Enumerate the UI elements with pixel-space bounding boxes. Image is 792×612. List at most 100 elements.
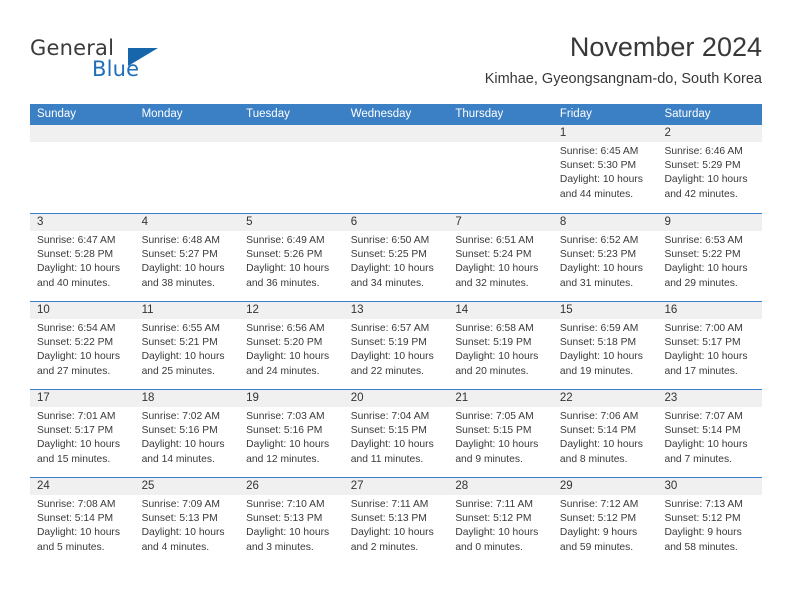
day-cell[interactable]: 21 Sunrise: 7:05 AM Sunset: 5:15 PM Dayligh… <box>448 390 553 477</box>
day-cell[interactable]: 25 Sunrise: 7:09 AM Sunset: 5:13 PM Dayligh… <box>134 478 240 565</box>
day-number: 15 <box>552 302 658 319</box>
sunset-text: Sunset: 5:17 PM <box>664 337 741 349</box>
day-cell[interactable]: 27 Sunrise: 7:11 AM Sunset: 5:13 PM Dayligh… <box>343 478 449 565</box>
daylight-text: Daylight: 10 hours and 34 minutes. <box>350 263 434 289</box>
day-cell[interactable]: 12 Sunrise: 6:56 AM Sunset: 5:20 PM Dayligh… <box>239 302 344 389</box>
sunrise-text: Sunrise: 6:51 AM <box>455 235 534 246</box>
calendar-week-row: 24 Sunrise: 7:08 AM Sunset: 5:14 PM Dayligh… <box>30 477 763 565</box>
day-details: Sunrise: 6:46 AM Sunset: 5:29 PM Daylight:… <box>657 142 762 202</box>
sunset-text: Sunset: 5:13 PM <box>246 513 323 525</box>
day-cell[interactable]: 13 Sunrise: 6:57 AM Sunset: 5:19 PM Dayligh… <box>343 302 449 389</box>
day-number: 4 <box>134 214 240 231</box>
sunrise-text: Sunrise: 6:57 AM <box>350 323 430 334</box>
sunrise-text: Sunrise: 7:12 AM <box>559 499 639 510</box>
day-cell[interactable]: 10 Sunrise: 6:54 AM Sunset: 5:22 PM Dayligh… <box>30 302 135 389</box>
day-cell[interactable]: 7 Sunrise: 6:51 AM Sunset: 5:24 PM Daylight… <box>448 214 553 301</box>
day-details: Sunrise: 7:04 AM Sunset: 5:15 PM Daylight:… <box>344 407 449 467</box>
calendar-grid: Sunday Monday Tuesday Wednesday Thursday… <box>30 104 763 565</box>
sunset-text: Sunset: 5:16 PM <box>246 425 323 437</box>
sunrise-text: Sunrise: 6:48 AM <box>141 235 220 246</box>
day-details: Sunrise: 7:11 AM Sunset: 5:12 PM Daylight:… <box>448 495 553 555</box>
day-cell[interactable]: 20 Sunrise: 7:04 AM Sunset: 5:15 PM Dayligh… <box>343 390 449 477</box>
day-number: 6 <box>343 214 449 231</box>
daylight-text: Daylight: 10 hours and 17 minutes. <box>664 351 748 377</box>
daylight-text: Daylight: 10 hours and 7 minutes. <box>664 439 748 465</box>
day-cell[interactable]: 6 Sunrise: 6:50 AM Sunset: 5:25 PM Daylight… <box>343 214 449 301</box>
day-cell[interactable]: 3 Sunrise: 6:47 AM Sunset: 5:28 PM Daylight… <box>30 214 135 301</box>
sunset-text: Sunset: 5:19 PM <box>455 337 532 349</box>
day-cell[interactable]: 9 Sunrise: 6:53 AM Sunset: 5:22 PM Daylight… <box>657 214 763 301</box>
day-cell-empty <box>134 125 240 213</box>
day-cell[interactable]: 29 Sunrise: 7:12 AM Sunset: 5:12 PM Dayligh… <box>552 478 658 565</box>
day-details: Sunrise: 7:09 AM Sunset: 5:13 PM Daylight:… <box>135 495 240 555</box>
day-number <box>239 125 344 142</box>
day-details: Sunrise: 7:13 AM Sunset: 5:12 PM Daylight:… <box>657 495 762 555</box>
day-number: 26 <box>239 478 344 495</box>
day-cell[interactable]: 2 Sunrise: 6:46 AM Sunset: 5:29 PM Daylight… <box>657 125 763 213</box>
day-number: 3 <box>30 214 135 231</box>
day-details: Sunrise: 6:49 AM Sunset: 5:26 PM Daylight:… <box>239 231 344 291</box>
day-cell[interactable]: 28 Sunrise: 7:11 AM Sunset: 5:12 PM Dayligh… <box>448 478 553 565</box>
daylight-text: Daylight: 10 hours and 36 minutes. <box>246 263 330 289</box>
day-details: Sunrise: 7:02 AM Sunset: 5:16 PM Daylight:… <box>135 407 240 467</box>
day-cell[interactable]: 19 Sunrise: 7:03 AM Sunset: 5:16 PM Dayligh… <box>239 390 344 477</box>
day-number: 9 <box>657 214 763 231</box>
day-cell[interactable]: 22 Sunrise: 7:06 AM Sunset: 5:14 PM Dayligh… <box>552 390 658 477</box>
day-cell[interactable]: 14 Sunrise: 6:58 AM Sunset: 5:19 PM Dayligh… <box>448 302 553 389</box>
weekday-header-sunday: Sunday <box>37 108 77 120</box>
day-number: 29 <box>552 478 658 495</box>
daylight-text: Daylight: 9 hours and 58 minutes. <box>664 527 742 553</box>
sunrise-text: Sunrise: 7:09 AM <box>141 499 220 510</box>
day-cell[interactable]: 1 Sunrise: 6:45 AM Sunset: 5:30 PM Daylight… <box>552 125 658 213</box>
day-number: 14 <box>448 302 553 319</box>
day-cell[interactable]: 23 Sunrise: 7:07 AM Sunset: 5:14 PM Dayligh… <box>657 390 763 477</box>
daylight-text: Daylight: 10 hours and 29 minutes. <box>664 263 748 289</box>
page-title: November 2024 <box>569 32 762 62</box>
sunrise-text: Sunrise: 6:45 AM <box>559 146 639 157</box>
day-details: Sunrise: 6:47 AM Sunset: 5:28 PM Daylight:… <box>30 231 135 291</box>
sunrise-text: Sunrise: 7:03 AM <box>246 411 325 422</box>
daylight-text: Daylight: 10 hours and 12 minutes. <box>246 439 330 465</box>
day-cell[interactable]: 5 Sunrise: 6:49 AM Sunset: 5:26 PM Daylight… <box>239 214 344 301</box>
daylight-text: Daylight: 10 hours and 9 minutes. <box>455 439 539 465</box>
day-cell[interactable]: 11 Sunrise: 6:55 AM Sunset: 5:21 PM Dayligh… <box>134 302 240 389</box>
calendar-week-row: 17 Sunrise: 7:01 AM Sunset: 5:17 PM Dayligh… <box>30 389 763 477</box>
weekday-header-friday: Friday <box>559 108 592 120</box>
weekday-header-thursday: Thursday <box>455 108 504 120</box>
sunset-text: Sunset: 5:21 PM <box>141 337 218 349</box>
day-cell[interactable]: 4 Sunrise: 6:48 AM Sunset: 5:27 PM Daylight… <box>134 214 240 301</box>
sunset-text: Sunset: 5:13 PM <box>350 513 427 525</box>
general-blue-logo[interactable]: General Blue <box>30 36 230 86</box>
sunrise-text: Sunrise: 7:02 AM <box>141 411 220 422</box>
sunrise-text: Sunrise: 6:54 AM <box>37 323 116 334</box>
day-number: 10 <box>30 302 135 319</box>
day-number: 13 <box>343 302 449 319</box>
daylight-text: Daylight: 10 hours and 14 minutes. <box>141 439 225 465</box>
sunset-text: Sunset: 5:15 PM <box>455 425 532 437</box>
daylight-text: Daylight: 10 hours and 32 minutes. <box>455 263 539 289</box>
day-number: 23 <box>657 390 763 407</box>
day-cell[interactable]: 17 Sunrise: 7:01 AM Sunset: 5:17 PM Dayligh… <box>30 390 135 477</box>
day-details: Sunrise: 6:58 AM Sunset: 5:19 PM Daylight:… <box>448 319 553 379</box>
daylight-text: Daylight: 9 hours and 59 minutes. <box>559 527 638 553</box>
day-cell[interactable]: 8 Sunrise: 6:52 AM Sunset: 5:23 PM Daylight… <box>552 214 658 301</box>
sunset-text: Sunset: 5:15 PM <box>350 425 427 437</box>
day-cell[interactable]: 26 Sunrise: 7:10 AM Sunset: 5:13 PM Dayligh… <box>239 478 344 565</box>
daylight-text: Daylight: 10 hours and 42 minutes. <box>664 174 748 200</box>
day-number: 21 <box>448 390 553 407</box>
day-cell[interactable]: 15 Sunrise: 6:59 AM Sunset: 5:18 PM Dayligh… <box>552 302 658 389</box>
daylight-text: Daylight: 10 hours and 27 minutes. <box>37 351 120 377</box>
sunset-text: Sunset: 5:18 PM <box>559 337 637 349</box>
day-number: 17 <box>30 390 135 407</box>
day-cell[interactable]: 30 Sunrise: 7:13 AM Sunset: 5:12 PM Dayligh… <box>657 478 763 565</box>
day-cell[interactable]: 18 Sunrise: 7:02 AM Sunset: 5:16 PM Dayligh… <box>134 390 240 477</box>
day-details: Sunrise: 7:12 AM Sunset: 5:12 PM Daylight:… <box>553 495 658 555</box>
day-details: Sunrise: 6:45 AM Sunset: 5:30 PM Daylight:… <box>553 142 658 202</box>
sunrise-text: Sunrise: 6:53 AM <box>664 235 743 246</box>
day-details: Sunrise: 6:48 AM Sunset: 5:27 PM Daylight:… <box>135 231 240 291</box>
day-cell-empty <box>30 125 135 213</box>
sunrise-text: Sunrise: 7:08 AM <box>37 499 116 510</box>
day-cell[interactable]: 24 Sunrise: 7:08 AM Sunset: 5:14 PM Dayligh… <box>30 478 135 565</box>
day-cell[interactable]: 16 Sunrise: 7:00 AM Sunset: 5:17 PM Dayligh… <box>657 302 763 389</box>
day-details: Sunrise: 7:01 AM Sunset: 5:17 PM Daylight:… <box>30 407 135 467</box>
